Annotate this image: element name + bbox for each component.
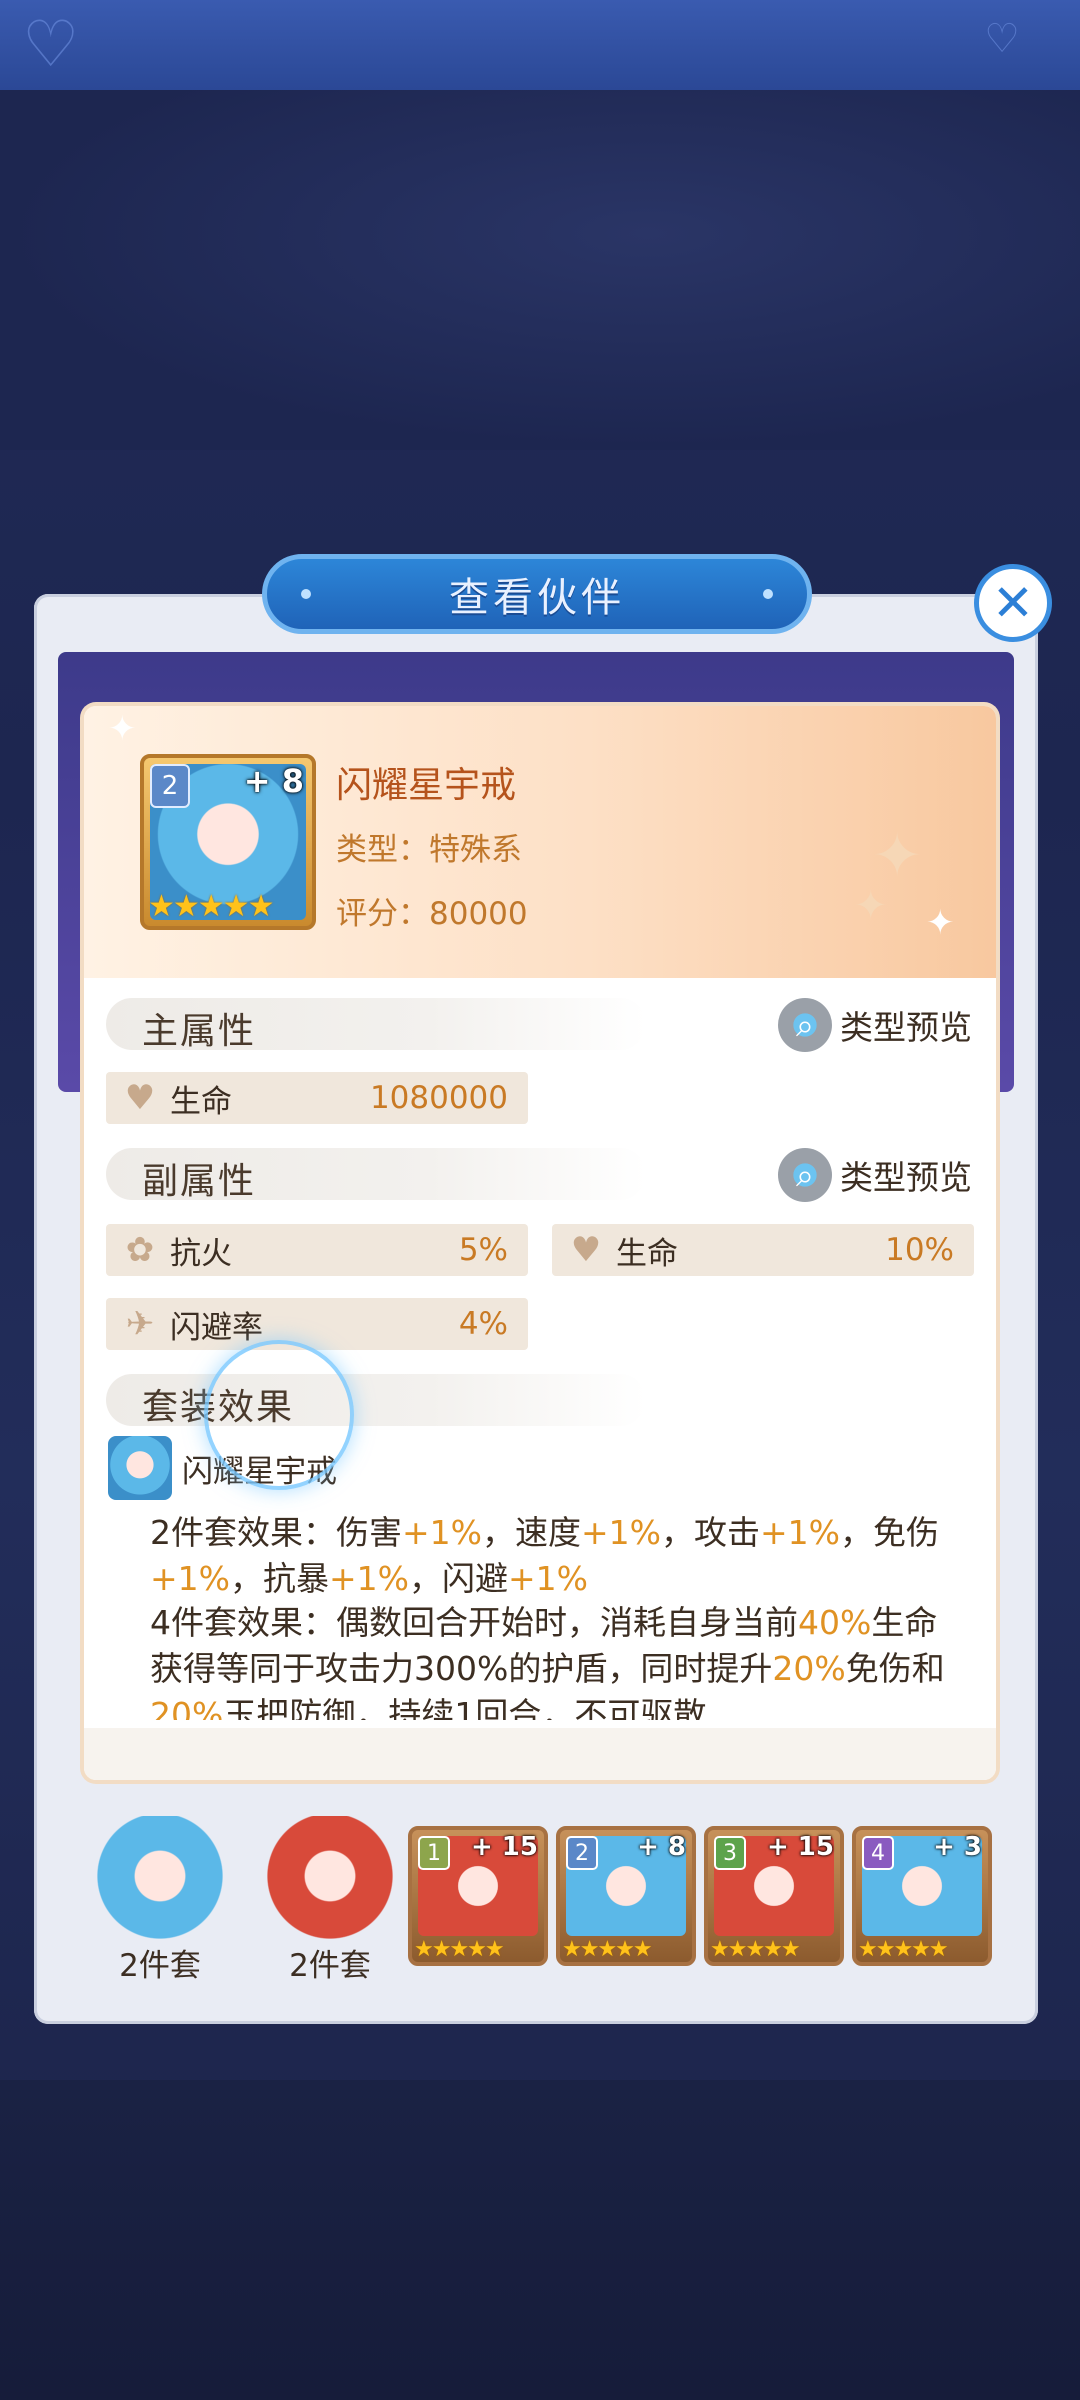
stat-value: 4% [458, 1306, 508, 1342]
top-bar: ♡ ♡ [0, 0, 1080, 90]
title-dot-icon [763, 589, 773, 599]
set-count-label: 2件套 [119, 1948, 201, 1984]
stat-sub-hp: ♥ 生命 10% [552, 1224, 974, 1276]
close-button[interactable]: ✕ [974, 564, 1052, 642]
level-badge: 2 [150, 764, 190, 808]
equipment-slot-1[interactable]: 1 + 15 ★★★★★ [408, 1826, 548, 1966]
item-score: 评分：80000 [336, 896, 528, 932]
dialog-title-bar: 查看伙伴 [262, 554, 812, 634]
equipment-slot-4[interactable]: 4 + 3 ★★★★★ [852, 1826, 992, 1966]
stat-fire-resist: ✿ 抗火 5% [106, 1224, 528, 1276]
star-rating: ★★★★★ [148, 889, 274, 924]
star-rating: ★★★★★ [710, 1937, 801, 1962]
effect-value: +1% [581, 1513, 662, 1552]
effect-text: ，速度 [482, 1513, 582, 1552]
sparkle-icon: ✦ [926, 903, 955, 943]
magnifier-icon: ⌕ [778, 998, 832, 1052]
equipment-slot-3[interactable]: 3 + 15 ★★★★★ [704, 1826, 844, 1966]
sub-type-preview-button[interactable]: ⌕ 类型预览 [778, 1148, 972, 1202]
effect-value: +1% [508, 1559, 589, 1598]
two-piece-effect: 2件套效果：伤害+1%，速度+1%，攻击+1%，免伤+1%，抗暴+1%，闪避+1… [150, 1510, 970, 1602]
level-badge: 3 [714, 1836, 746, 1870]
effect-text: ，闪避 [409, 1559, 509, 1598]
effect-text: 2件套效果：伤害 [150, 1513, 402, 1552]
equipment-set-list: 2件套 2件套 1 + 15 ★★★★★ 2 + 8 ★★★★★ 3 + 15 … [0, 1816, 1080, 1996]
effect-value: +1% [402, 1513, 483, 1552]
effect-text: 免伤和 [845, 1649, 945, 1688]
magnifier-icon: ⌕ [778, 1148, 832, 1202]
stat-label: 抗火 [170, 1235, 232, 1272]
effect-value: 20% [150, 1695, 224, 1720]
touch-indicator [204, 1340, 354, 1490]
level-badge: 2 [566, 1836, 598, 1870]
section-title: 主属性 [142, 1011, 257, 1052]
sparkle-icon: ✦ [854, 883, 888, 929]
level-badge: 4 [862, 1836, 894, 1870]
enhance-level: + 15 [766, 1832, 834, 1862]
title-dot-icon [301, 589, 311, 599]
set-avatar [108, 1436, 172, 1500]
main-attr-header: 主属性 [106, 998, 646, 1052]
heart-icon: ♥ [570, 1230, 602, 1270]
dodge-icon: ✈ [125, 1304, 155, 1344]
preview-label: 类型预览 [840, 1158, 972, 1197]
set-count-label: 2件套 [289, 1948, 371, 1984]
effect-text: ，攻击 [661, 1513, 761, 1552]
heart-arrow-icon: ♡ [22, 8, 80, 82]
sparkle-icon: ✦ [108, 709, 137, 749]
effect-text: ，免伤 [840, 1513, 940, 1552]
item-detail-card: ✦ ✦ ✦ ✦ 2 + 8 ★★★★★ 闪耀星宇戒 类型：特殊系 评分：8000… [84, 706, 996, 1780]
equipment-slot-2[interactable]: 2 + 8 ★★★★★ [556, 1826, 696, 1966]
effect-text: ，抗暴 [230, 1559, 330, 1598]
effect-text: 玉把防御，持续1回合，不可驱散 [223, 1695, 707, 1720]
stat-label: 生命 [616, 1235, 678, 1272]
stat-value: 5% [458, 1232, 508, 1268]
preview-label: 类型预览 [840, 1008, 972, 1047]
dialog-title: 查看伙伴 [449, 575, 625, 621]
effect-value: +1% [329, 1559, 410, 1598]
stat-label: 生命 [170, 1083, 232, 1120]
star-rating: ★★★★★ [562, 1937, 653, 1962]
section-title: 副属性 [142, 1161, 257, 1202]
effect-value: +1% [150, 1559, 231, 1598]
level-badge: 1 [418, 1836, 450, 1870]
heart-icon: ♡ [984, 16, 1020, 62]
item-name: 闪耀星宇戒 [336, 765, 517, 806]
stat-value: 1080000 [369, 1080, 508, 1116]
card-footer [84, 1728, 996, 1780]
bottom-background [0, 2080, 1080, 2400]
enhance-level: + 8 [637, 1832, 686, 1862]
effect-text: 4件套效果：偶数回合开始时，消耗自身当前 [150, 1603, 798, 1642]
background-scene [0, 90, 1080, 450]
star-rating: ★★★★★ [858, 1937, 949, 1962]
sparkle-icon: ✦ [872, 821, 923, 891]
enhance-level: + 15 [470, 1832, 538, 1862]
fire-resist-icon: ✿ [125, 1230, 155, 1270]
stat-value: 10% [885, 1232, 954, 1268]
effect-value: 20% [772, 1649, 846, 1688]
enhance-level: + 8 [243, 762, 304, 800]
effect-value: 40% [798, 1603, 872, 1642]
item-type: 类型：特殊系 [336, 832, 522, 868]
sub-attr-header: 副属性 [106, 1148, 646, 1202]
enhance-level: + 3 [933, 1832, 982, 1862]
effect-value: +1% [760, 1513, 841, 1552]
set-effect-header: 套装效果 [106, 1374, 646, 1428]
main-type-preview-button[interactable]: ⌕ 类型预览 [778, 998, 972, 1052]
item-portrait: 2 + 8 ★★★★★ [140, 754, 316, 930]
four-piece-effect: 4件套效果：偶数回合开始时，消耗自身当前40%生命获得等同于攻击力300%的护盾… [150, 1600, 970, 1720]
item-header: ✦ ✦ ✦ ✦ 2 + 8 ★★★★★ 闪耀星宇戒 类型：特殊系 评分：8000… [84, 706, 996, 978]
stat-label: 闪避率 [170, 1309, 263, 1346]
stat-main-hp: ♥ 生命 1080000 [106, 1072, 528, 1124]
close-icon: ✕ [992, 574, 1034, 632]
stat-dodge: ✈ 闪避率 4% [106, 1298, 528, 1350]
star-rating: ★★★★★ [414, 1937, 505, 1962]
heart-icon: ♥ [124, 1078, 156, 1118]
